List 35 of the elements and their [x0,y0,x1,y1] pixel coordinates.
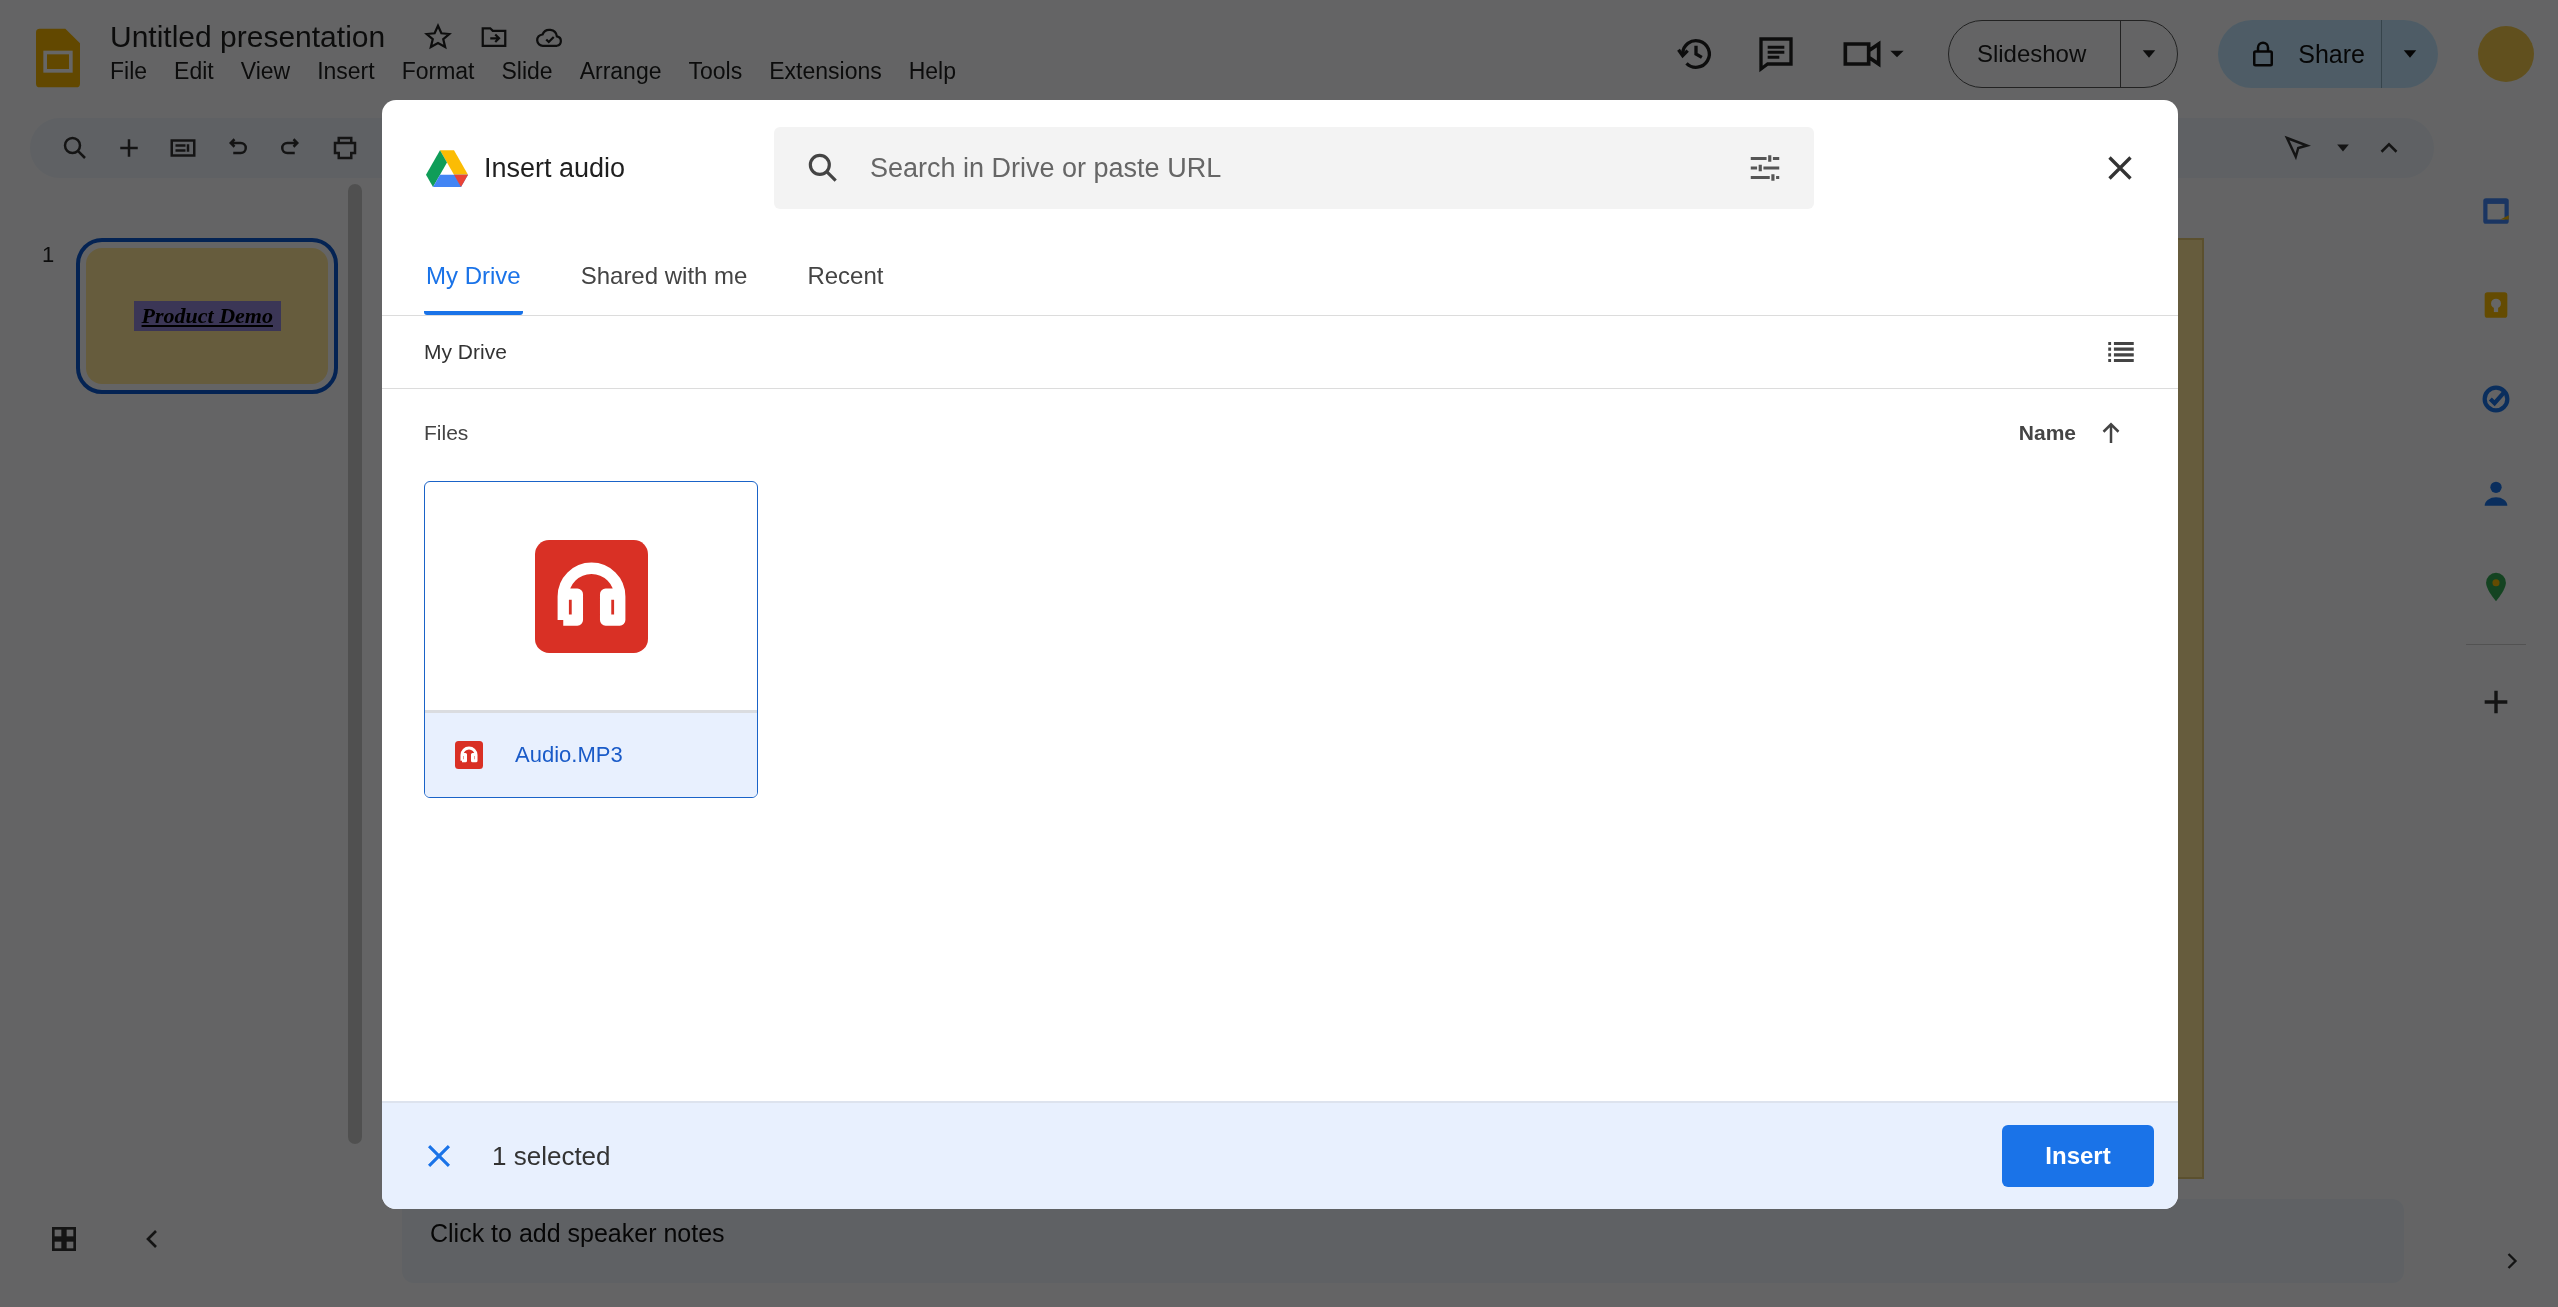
dialog-title: Insert audio [484,152,627,184]
slide-title: Product Demo [133,301,281,331]
headphones-icon [455,741,483,769]
menu-item[interactable]: Arrange [579,58,662,85]
menu-item[interactable]: Help [908,58,957,85]
breadcrumb[interactable]: My Drive [424,340,507,364]
search-field[interactable]: Search in Drive or paste URL [868,151,1720,185]
slide-thumbnail[interactable]: Product Demo [76,238,339,394]
tab[interactable]: Recent [805,236,886,315]
caret-icon[interactable] [2141,49,2158,59]
slide-number: 1 [42,242,55,268]
file-name: Audio.MP3 [515,742,623,768]
caret-icon[interactable] [2336,143,2350,153]
menu-item[interactable]: Tools [688,58,743,85]
sort-button[interactable]: Name [2018,421,2076,445]
document-title[interactable]: Untitled presentation [110,20,386,54]
menu-item[interactable]: Edit [174,58,214,85]
caret-icon[interactable] [2402,49,2418,59]
menu-item[interactable]: Extensions [769,58,882,85]
menu-item[interactable]: File [110,58,148,85]
menu-item[interactable]: View [240,58,291,85]
headphones-icon [534,539,648,653]
menu-item[interactable]: Slide [501,58,553,85]
file-card[interactable]: Audio.MP3 [424,481,758,798]
section-label: Files [424,421,470,445]
tab[interactable]: My Drive [424,236,523,315]
insert-button[interactable]: Insert [2002,1125,2154,1187]
search-bar[interactable]: Search in Drive or paste URL [774,127,1814,209]
share-button[interactable]: Share [2218,20,2438,88]
tab[interactable]: Shared with me [578,236,750,315]
drive-logo-icon [426,149,468,187]
menu-item[interactable]: Format [401,58,475,85]
menu-item[interactable]: Insert [317,58,375,85]
star-icon[interactable] [423,22,454,52]
selection-count: 1 selected [492,1140,611,1172]
